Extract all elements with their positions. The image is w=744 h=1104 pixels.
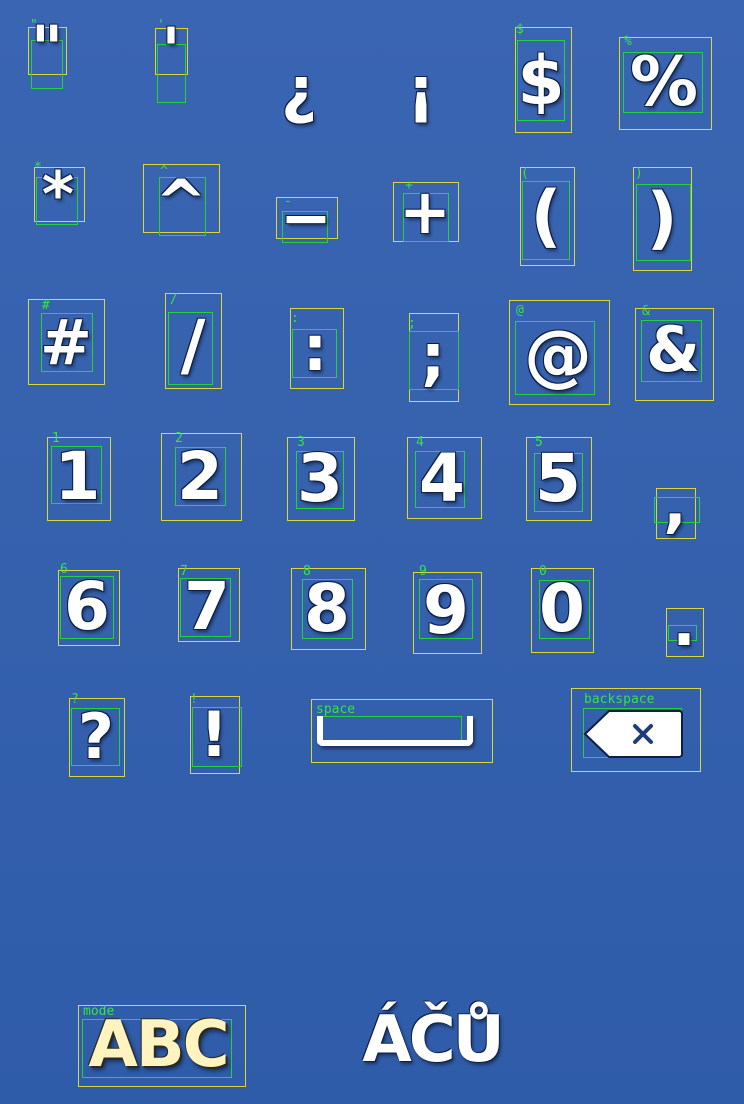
key-dollar[interactable]: $ [515,40,567,124]
key-left-paren[interactable]: ( [520,174,572,260]
key-9[interactable]: 9 [415,576,477,646]
label-slash: / [170,292,178,307]
key-period[interactable]: . [666,593,702,655]
key-double-quote[interactable]: " [28,18,66,80]
label-dollar: $ [516,22,524,37]
key-inverted-question[interactable]: ¿ [268,55,330,125]
key-5[interactable]: 5 [528,444,588,514]
backspace-icon [583,710,683,758]
key-question[interactable]: ? [69,704,123,770]
label-space: space [316,702,356,717]
key-ampersand[interactable]: & [638,316,708,384]
key-right-paren[interactable]: ) [635,176,689,262]
accents-button[interactable]: ÁČŮ [352,1000,512,1080]
key-4[interactable]: 4 [410,444,474,514]
key-comma[interactable]: , [656,473,694,535]
space-key[interactable] [317,716,473,746]
key-1[interactable]: 1 [50,442,105,512]
space-bar-icon [317,716,473,746]
label-backspace: backspace [584,692,655,707]
mode-abc-button[interactable]: ABC [82,1008,234,1082]
key-3[interactable]: 3 [290,444,350,514]
key-plus[interactable]: + [398,181,452,243]
key-6[interactable]: 6 [58,572,116,642]
key-caret[interactable]: ^ [150,171,212,233]
key-semicolon[interactable]: ; [409,324,457,390]
key-8[interactable]: 8 [295,574,359,644]
key-exclaim[interactable]: ! [190,702,238,768]
key-percent[interactable]: % [621,48,707,118]
key-2[interactable]: 2 [168,442,232,512]
key-7[interactable]: 7 [178,572,236,642]
key-single-quote[interactable]: ' [155,20,187,82]
backspace-key[interactable] [583,708,683,760]
key-asterisk[interactable]: * [33,164,83,226]
key-0[interactable]: 0 [532,574,592,644]
key-slash[interactable]: / [166,306,220,386]
key-minus[interactable]: − [280,187,332,249]
key-inverted-exclaim[interactable]: ¡ [396,55,446,125]
key-colon[interactable]: : [290,318,340,380]
key-at[interactable]: @ [512,316,604,396]
key-hash[interactable]: # [32,310,100,376]
